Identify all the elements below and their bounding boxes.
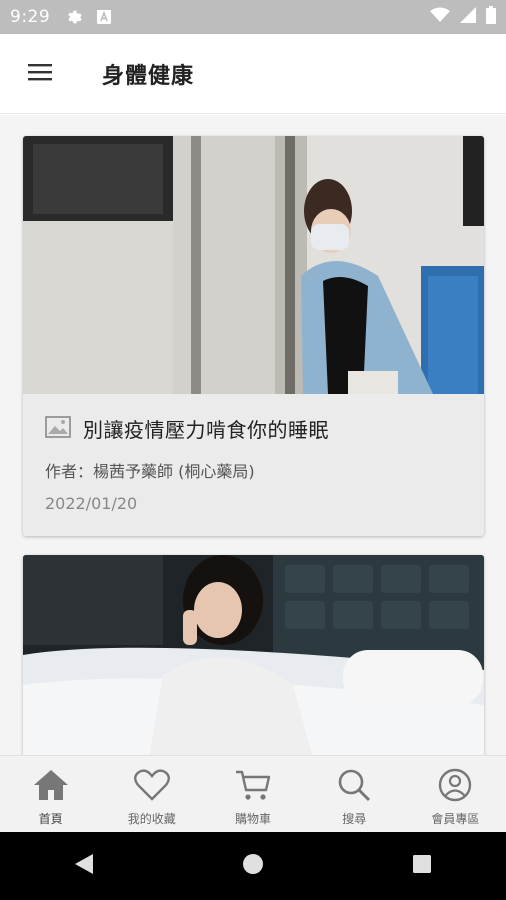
back-icon [73,852,95,880]
article-card[interactable]: 別讓疫情壓力啃食你的睡眠 作者：楊茜予藥師 (桐心藥局) 2022/01/20 [23,136,484,536]
heart-icon [133,768,171,806]
hamburger-menu-icon [28,62,52,86]
nav-item-home[interactable]: 首頁 [0,756,101,833]
battery-icon [486,5,496,29]
system-recents-button[interactable] [392,836,452,896]
cart-icon [234,768,272,806]
home-circle-icon [242,853,264,879]
nav-label-cart: 購物車 [235,812,272,826]
article-body[interactable]: 別讓疫情壓力啃食你的睡眠 作者：楊茜予藥師 (桐心藥局) 2022/01/20 [23,394,484,536]
article-title[interactable]: 別讓疫情壓力啃食你的睡眠 [83,414,329,443]
nav-label-home: 首頁 [38,812,63,826]
article-image[interactable] [23,555,484,755]
wifi-icon [430,7,450,28]
status-bar: 9:29 [0,0,506,34]
article-image[interactable] [23,136,484,394]
system-home-button[interactable] [223,836,283,896]
nav-item-cart[interactable]: 購物車 [202,756,303,833]
page-title: 身體健康 [102,63,195,89]
nav-item-favorites[interactable]: 我的收藏 [101,756,202,833]
system-navigation-bar [0,832,506,900]
account-icon [436,768,474,806]
image-placeholder-icon [45,415,71,442]
home-icon [32,768,70,806]
a-badge-icon [96,9,112,25]
article-card[interactable] [23,555,484,755]
nav-label-member: 會員專區 [431,812,480,826]
bottom-navigation: 首頁 我的收藏 購物車 搜尋 會員專區 [0,755,506,833]
nav-label-search: 搜尋 [342,812,367,826]
article-list[interactable]: 別讓疫情壓力啃食你的睡眠 作者：楊茜予藥師 (桐心藥局) 2022/01/20 [0,115,506,755]
recents-icon [412,854,432,878]
article-author: 作者：楊茜予藥師 (桐心藥局) [45,462,255,481]
app-bar: 身體健康 [0,34,506,114]
menu-button[interactable] [0,34,80,114]
article-title-row: 別讓疫情壓力啃食你的睡眠 [45,414,329,443]
gear-icon [66,8,84,26]
status-time: 9:29 [10,7,51,27]
signal-icon [460,6,476,28]
article-date: 2022/01/20 [45,494,138,513]
nav-item-search[interactable]: 搜尋 [304,756,405,833]
nav-item-member[interactable]: 會員專區 [405,756,506,833]
system-back-button[interactable] [54,836,114,896]
nav-label-favorites: 我的收藏 [127,812,176,826]
search-icon [335,768,373,806]
